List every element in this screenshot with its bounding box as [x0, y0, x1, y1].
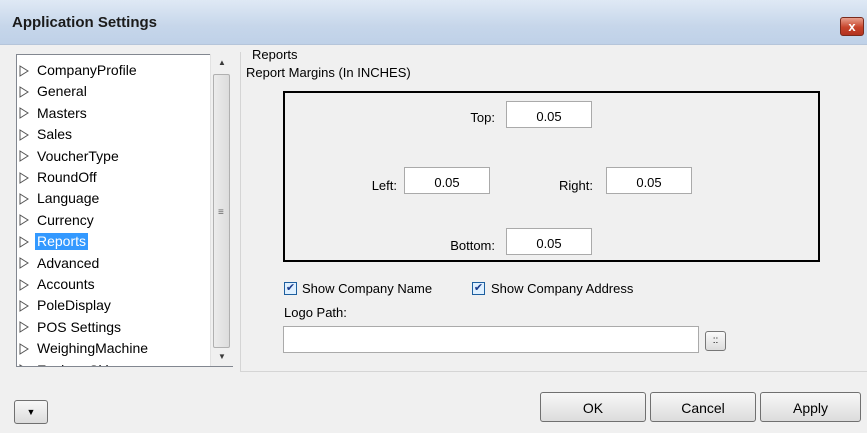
tree-item[interactable]: Masters — [19, 103, 89, 124]
logo-path-label: Logo Path: — [284, 305, 347, 320]
chevron-down-icon: ▼ — [26, 407, 36, 417]
left-label: Left: — [371, 178, 397, 193]
top-label: Top: — [470, 110, 495, 125]
title-bar: Application Settings x — [0, 0, 867, 45]
bottom-label: Bottom: — [450, 238, 495, 253]
show-company-name-checkbox[interactable]: ✔ — [284, 282, 297, 295]
tree-item-label: Accounts — [37, 276, 95, 292]
checkmark-icon: ✔ — [473, 282, 484, 294]
tree-item[interactable]: PoleDisplay — [19, 295, 113, 316]
grip-icon: ≡ — [218, 207, 224, 218]
tree-item[interactable]: POS Settings — [19, 317, 123, 338]
ok-button[interactable]: OK — [540, 392, 646, 422]
tree-item-label: ExplorerSkin — [35, 362, 118, 366]
tree-item[interactable]: WeighingMachine — [19, 338, 150, 359]
tree-item[interactable]: VoucherType — [19, 146, 121, 167]
tree-item[interactable]: Sales — [19, 124, 74, 145]
window-title: Application Settings — [12, 14, 158, 31]
close-button[interactable]: x — [840, 17, 864, 36]
logo-path-input[interactable] — [283, 326, 699, 353]
tree-item-label: Reports — [35, 233, 89, 251]
expand-arrow-icon[interactable] — [19, 64, 29, 77]
show-company-address-label: Show Company Address — [491, 281, 634, 296]
tree-item[interactable]: Reports — [19, 231, 89, 252]
expand-arrow-icon[interactable] — [19, 214, 29, 227]
browse-button[interactable]: :: — [705, 331, 726, 351]
tree-item-label: VoucherType — [37, 147, 119, 164]
settings-tree[interactable]: CompanyProfile General Masters Sales Voucher… — [16, 54, 233, 367]
margins-title: Report Margins (In INCHES) — [246, 65, 411, 80]
expand-arrow-icon[interactable] — [19, 150, 29, 162]
tree-item-label: CompanyProfile — [37, 62, 137, 78]
section-title: Reports — [252, 47, 298, 62]
expand-arrow-icon[interactable] — [19, 85, 29, 98]
tree-item-label: General — [37, 83, 87, 100]
expand-arrow-icon[interactable] — [19, 299, 29, 312]
tree-scrollbar[interactable]: ▲ ≡ ▼ — [210, 54, 233, 366]
tree-item[interactable]: ExplorerSkin — [19, 360, 118, 367]
bottom-margin-input[interactable] — [506, 228, 592, 255]
expand-arrow-icon[interactable] — [19, 128, 29, 141]
expand-arrow-icon[interactable] — [19, 107, 29, 120]
tree-item-label: Advanced — [37, 254, 100, 271]
expand-arrow-icon[interactable] — [19, 257, 29, 269]
expand-arrow-icon[interactable] — [19, 364, 29, 367]
scroll-down-arrow-icon[interactable]: ▼ — [211, 348, 233, 366]
show-company-name-label: Show Company Name — [302, 281, 433, 296]
expand-arrow-icon[interactable] — [19, 171, 29, 184]
tree-item[interactable]: General — [19, 81, 89, 102]
scroll-up-arrow-icon[interactable]: ▲ — [211, 54, 233, 72]
expand-arrow-icon[interactable] — [19, 192, 29, 205]
checkmark-icon: ✔ — [285, 282, 296, 294]
right-margin-input[interactable] — [606, 167, 692, 194]
tree-item[interactable]: RoundOff — [19, 167, 99, 188]
tree-item-label: POS Settings — [37, 318, 122, 335]
cancel-button[interactable]: Cancel — [650, 392, 756, 422]
show-company-address-checkbox[interactable]: ✔ — [472, 282, 485, 295]
close-icon: x — [848, 19, 856, 34]
left-margin-input[interactable] — [404, 167, 490, 194]
scroll-thumb[interactable]: ≡ — [213, 74, 230, 348]
top-margin-input[interactable] — [506, 101, 592, 128]
right-label: Right: — [559, 178, 593, 193]
expand-arrow-icon[interactable] — [19, 321, 29, 334]
tree-item-label: Sales — [37, 126, 73, 143]
tree-item[interactable]: Accounts — [19, 274, 97, 295]
expand-arrow-icon[interactable] — [19, 342, 29, 355]
expand-arrow-icon[interactable] — [19, 235, 29, 248]
tree-item-label: RoundOff — [37, 169, 97, 185]
expand-arrow-icon[interactable] — [19, 278, 29, 291]
tree-item[interactable]: Advanced — [19, 253, 101, 274]
tree-item-label: Masters — [37, 104, 87, 121]
apply-button[interactable]: Apply — [760, 392, 861, 422]
tree-item[interactable]: Currency — [19, 210, 96, 231]
tree-item-label: Currency — [37, 211, 94, 228]
menu-dropdown-button[interactable]: ▼ — [14, 400, 48, 424]
tree-item[interactable]: CompanyProfile — [19, 60, 139, 81]
tree-item-label: WeighingMachine — [37, 340, 149, 357]
browse-icon: :: — [712, 335, 719, 346]
tree-item[interactable]: Language — [19, 188, 101, 209]
tree-item-label: PoleDisplay — [37, 297, 111, 314]
tree-item-label: Language — [37, 190, 100, 207]
